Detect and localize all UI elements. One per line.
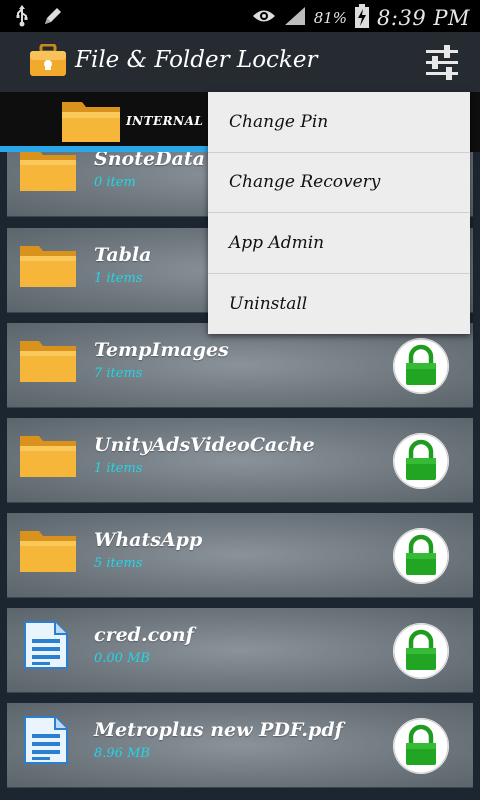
folder-icon xyxy=(60,96,122,148)
action-bar: File & Folder Locker xyxy=(0,32,480,92)
folder-icon xyxy=(19,242,77,292)
clock: 8:39 PM xyxy=(377,6,470,30)
padlock-icon xyxy=(392,338,450,399)
app-title: File & Folder Locker xyxy=(75,47,318,73)
item-count: 1 items xyxy=(94,461,143,476)
folder-icon xyxy=(19,432,77,482)
tab-label: INTERNAL xyxy=(126,114,204,128)
item-count: 0.00 MB xyxy=(94,651,150,666)
list-item[interactable]: cred.conf 0.00 MB xyxy=(7,608,473,693)
usb-icon xyxy=(14,5,30,31)
item-name: WhatsApp xyxy=(94,529,203,551)
lock-button[interactable] xyxy=(392,717,450,775)
lock-button[interactable] xyxy=(392,337,450,395)
padlock-icon xyxy=(392,623,450,684)
lock-button[interactable] xyxy=(392,527,450,585)
padlock-icon xyxy=(392,528,450,589)
pencil-icon xyxy=(42,5,64,31)
item-name: UnityAdsVideoCache xyxy=(94,434,315,456)
status-bar: 81% 8:39 PM xyxy=(0,0,480,32)
menu-item-app-admin[interactable]: App Admin xyxy=(208,213,470,274)
menu-item-uninstall[interactable]: Uninstall xyxy=(208,274,470,335)
lock-button[interactable] xyxy=(392,432,450,490)
padlock-icon xyxy=(392,718,450,779)
folder-icon xyxy=(19,152,77,196)
eye-icon xyxy=(252,8,276,28)
folder-icon xyxy=(19,337,77,387)
item-name: TempImages xyxy=(94,339,229,361)
lock-button[interactable] xyxy=(392,622,450,680)
document-icon xyxy=(23,620,69,674)
signal-icon xyxy=(284,6,306,30)
padlock-icon xyxy=(392,433,450,494)
folder-icon xyxy=(19,527,77,577)
item-count: 8.96 MB xyxy=(94,746,150,761)
tab-internal[interactable]: INTERNAL xyxy=(0,92,240,152)
item-name: Tabla xyxy=(94,244,152,266)
list-item[interactable]: UnityAdsVideoCache 1 items xyxy=(7,418,473,503)
battery-charging-icon xyxy=(355,4,370,32)
item-count: 1 items xyxy=(94,271,143,286)
item-name: SnoteData xyxy=(94,152,205,170)
document-icon xyxy=(23,715,69,769)
item-count: 0 item xyxy=(94,175,136,190)
battery-percent: 81% xyxy=(313,9,348,27)
list-item[interactable]: WhatsApp 5 items xyxy=(7,513,473,598)
menu-item-change-pin[interactable]: Change Pin xyxy=(208,92,470,153)
menu-item-change-recovery[interactable]: Change Recovery xyxy=(208,153,470,213)
list-item[interactable]: Metroplus new PDF.pdf 8.96 MB xyxy=(7,703,473,788)
item-count: 5 items xyxy=(94,556,143,571)
item-name: Metroplus new PDF.pdf xyxy=(94,719,343,741)
overflow-menu: Change Pin Change Recovery App Admin Uni… xyxy=(208,92,470,334)
settings-button[interactable] xyxy=(418,42,466,82)
item-name: cred.conf xyxy=(94,624,194,646)
item-count: 7 items xyxy=(94,366,143,381)
briefcase-lock-icon xyxy=(28,43,68,82)
list-item[interactable]: TempImages 7 items xyxy=(7,323,473,408)
